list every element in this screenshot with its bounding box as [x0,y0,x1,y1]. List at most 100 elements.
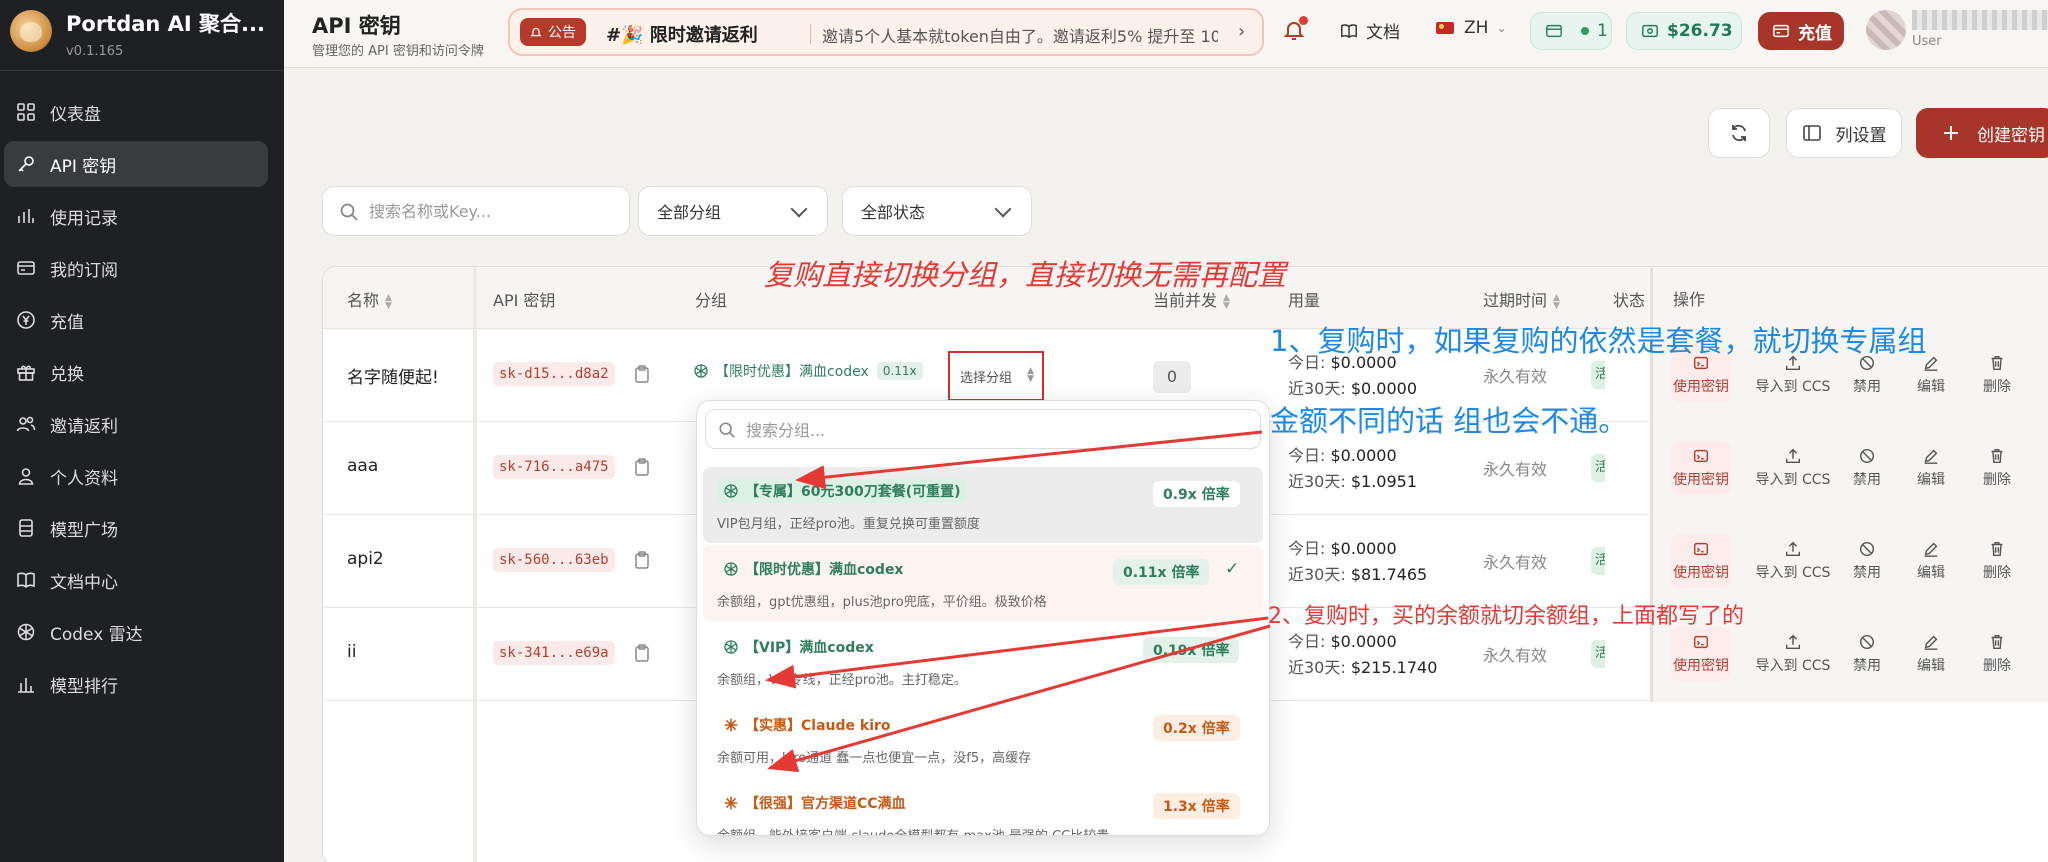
copy-icon[interactable] [633,550,651,570]
column-settings-button[interactable]: 列设置 [1786,108,1902,158]
disable-button[interactable]: 禁用 [1837,633,1897,675]
notification-dot [1299,16,1308,25]
claude-icon [724,718,738,732]
group-option[interactable]: 【VIP】满血codex 余额组，VIP专线，正经pro池。主打稳定。 0.19… [703,623,1263,699]
sidebar-item-docs[interactable]: 文档中心 [0,557,284,603]
usage-today: 今日: $0.0000 [1288,446,1397,465]
docs-link[interactable]: 文档 [1340,18,1400,43]
sidebar-item-referral[interactable]: 邀请返利 [0,401,284,447]
expiry-value: 永久有效 [1483,367,1548,386]
group-option[interactable]: 【实惠】Claude kiro 余额可用，kiro通道 蠢一点也便宜一点，没f5… [703,701,1263,777]
sidebar-item-dashboard[interactable]: 仪表盘 [0,89,284,135]
recharge-button[interactable]: 充值 [1758,12,1844,50]
import-ccs-button[interactable]: 导入到 CCS [1751,540,1835,582]
notification-button[interactable] [1282,16,1308,42]
column-header-expires[interactable]: 过期时间 ▲ ▼ [1483,287,1560,311]
sidebar-item-label: 模型广场 [50,520,118,541]
status-badge: 活 [1591,361,1605,389]
import-ccs-button[interactable]: 导入到 CCS [1751,633,1835,675]
group-option-selected[interactable]: 【限时优惠】满血codex 余额组，gpt优惠组，plus池pro兜底，平价组。… [703,545,1263,621]
delete-button[interactable]: 删除 [1967,633,2027,675]
disable-button[interactable]: 禁用 [1837,354,1897,396]
sidebar-item-ranking[interactable]: 模型排行 [0,661,284,707]
import-ccs-button-label: 导入到 CCS [1755,658,1831,674]
delete-button[interactable]: 删除 [1967,447,2027,489]
sidebar-item-api-keys[interactable]: API 密钥 [4,141,268,187]
group-search-input[interactable] [746,418,1246,442]
dashboard-icon [17,103,35,121]
bar-chart-icon [18,209,34,223]
users-icon [16,416,36,432]
search-input[interactable] [369,199,619,223]
sidebar-item-usage-log[interactable]: 使用记录 [0,193,284,239]
announcement-banner[interactable]: 公告 #🎉 限时邀请返利 邀请5个人基本就token自由了。邀请返利5% 提升至… [508,8,1264,56]
avatar[interactable] [1866,10,1906,50]
chevron-right-icon[interactable]: › [1238,21,1245,42]
sidebar-item-label: 文档中心 [50,572,118,593]
sidebar-item-redeem[interactable]: 兑换 [0,349,284,395]
create-key-label: 创建密钥 [1977,125,2045,146]
copy-icon[interactable] [633,643,651,663]
usage-today: 今日: $0.0000 [1288,632,1397,651]
flag-icon [1436,22,1454,34]
edit-button-label: 编辑 [1917,472,1945,488]
edit-button[interactable]: 编辑 [1901,354,1961,396]
delete-button-label: 删除 [1983,379,2011,395]
terminal-icon [1693,542,1709,556]
group-filter-select[interactable]: 全部分组 [638,186,828,236]
import-ccs-button[interactable]: 导入到 CCS [1751,447,1835,489]
sidebar-item-subscriptions[interactable]: 我的订阅 [0,245,284,291]
disable-button-label: 禁用 [1853,565,1881,581]
terminal-icon [1693,635,1709,649]
copy-icon[interactable] [633,364,651,384]
import-ccs-button[interactable]: 导入到 CCS [1751,354,1835,396]
refresh-button[interactable] [1708,108,1770,158]
import-ccs-button-label: 导入到 CCS [1755,565,1831,581]
trash-icon [1991,634,2003,650]
delete-button[interactable]: 删除 [1967,540,2027,582]
sidebar-item-codex-radar[interactable]: Codex 雷达 [0,609,284,655]
status-badge: 活 [1591,547,1605,575]
status-filter-select[interactable]: 全部状态 [842,186,1032,236]
openai-icon [694,364,708,378]
use-key-button[interactable]: 使用密钥 [1671,534,1731,588]
ban-icon [1859,448,1875,464]
status-filter-value: 全部状态 [861,203,926,222]
search-box[interactable] [322,186,630,236]
balance-pill[interactable]: $26.73 [1626,12,1742,50]
brand[interactable]: Portdan AI 聚合... v0.1.165 [10,6,280,64]
app-version: v0.1.165 [66,44,124,59]
sidebar-item-model-square[interactable]: 模型广场 [0,505,284,551]
delete-button-label: 删除 [1983,658,2011,674]
database-icon [19,519,33,537]
group-option[interactable]: 【很强】官方渠道CC满血 余额组，能外接客户端 claude全模型都有 max池… [703,779,1263,835]
app-name: Portdan AI 聚合... [66,12,265,36]
group-option[interactable]: 【专属】60元300刀套餐(可重置) VIP包月组，正经pro池。重复兑换可重置… [703,467,1263,543]
group-select-trigger[interactable]: 选择分组 ▲ ▼ [948,351,1044,401]
import-ccs-button-label: 导入到 CCS [1755,379,1831,395]
key-value: sk-716...a475 [493,455,615,479]
user-role: User [1912,34,1942,49]
disable-button[interactable]: 禁用 [1837,447,1897,489]
annotation-note-2: 2、复购时，买的余额就切余额组，上面都写了的 [1268,604,1744,629]
language-selector[interactable]: ZH ⌄ [1436,18,1507,38]
column-header-status: 状态 [1613,291,1646,310]
use-key-button[interactable]: 使用密钥 [1671,441,1731,495]
edit-button[interactable]: 编辑 [1901,633,1961,675]
expiry-value: 永久有效 [1483,460,1548,479]
logo [10,10,52,52]
openai-icon [17,623,35,641]
copy-icon[interactable] [633,457,651,477]
column-header-name[interactable]: 名称 ▲ ▼ [347,287,392,311]
create-key-button[interactable]: 创建密钥 [1916,108,2048,158]
group-search-box[interactable] [705,409,1261,449]
disable-button[interactable]: 禁用 [1837,540,1897,582]
sidebar-item-recharge[interactable]: 充值 [0,297,284,343]
sidebar-item-profile[interactable]: 个人资料 [0,453,284,499]
delete-button[interactable]: 删除 [1967,354,2027,396]
subscription-pill[interactable]: 1 [1530,12,1612,50]
edit-button[interactable]: 编辑 [1901,540,1961,582]
group-option-name: 【专属】60元300刀套餐(可重置) [717,479,967,503]
edit-button[interactable]: 编辑 [1901,447,1961,489]
use-key-button[interactable]: 使用密钥 [1671,627,1731,681]
